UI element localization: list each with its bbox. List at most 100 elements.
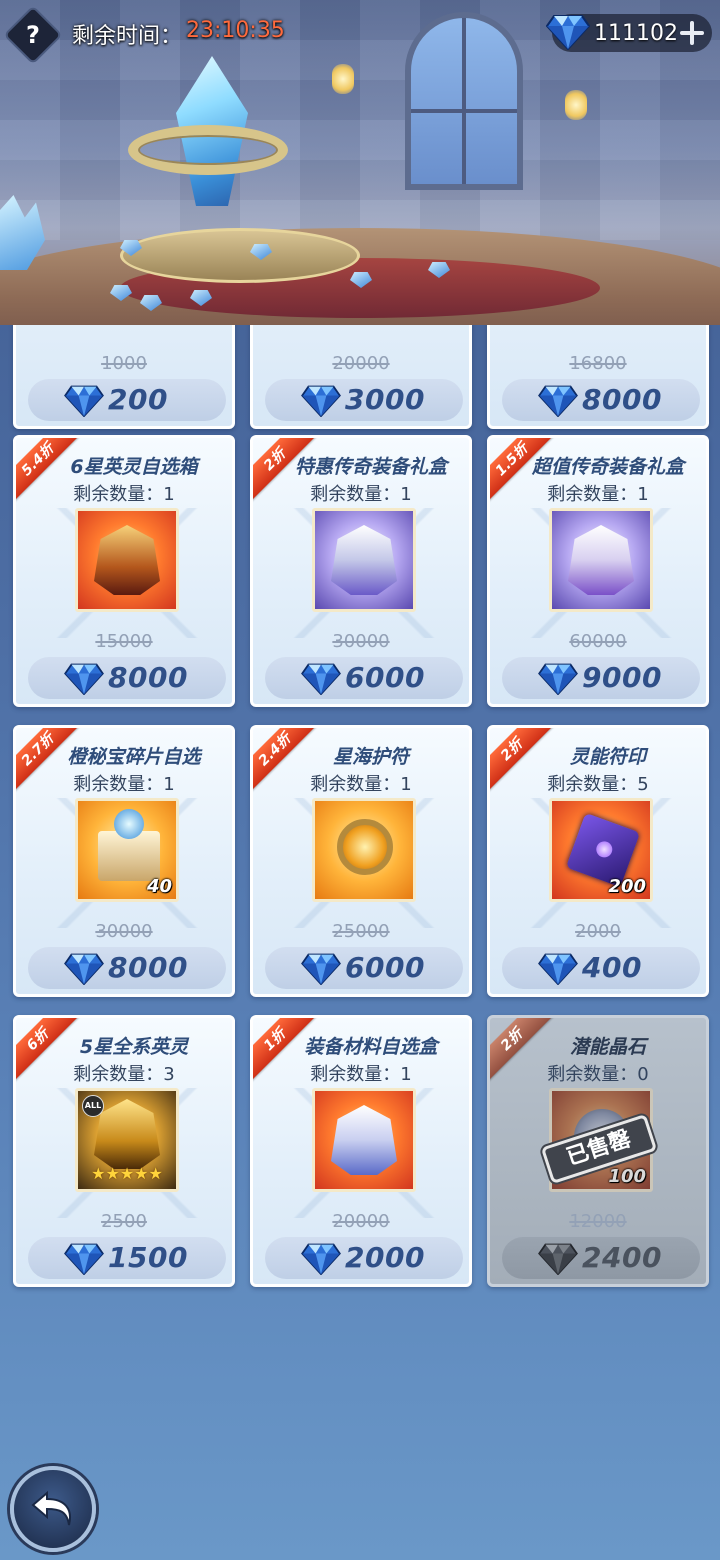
psionic-seal-icon: 200 xyxy=(549,798,653,902)
diamond-icon xyxy=(538,663,578,695)
price: 9000 xyxy=(582,661,662,694)
remaining-count: 剩余数量：1 xyxy=(310,774,412,795)
buy-button-disabled: 2400 xyxy=(502,1237,700,1279)
equipment-box-icon xyxy=(312,1088,416,1192)
shop-card[interactable]: 装备材料自选盒 剩余数量：1 20000 2000 1折 xyxy=(250,1015,472,1287)
diamond-icon xyxy=(546,15,590,50)
amulet-icon xyxy=(312,798,416,902)
shop-card[interactable]: 星海护符 剩余数量：1 25000 6000 2.4折 xyxy=(250,725,472,997)
buy-button[interactable]: 1500 xyxy=(28,1237,226,1279)
all-tag: ALL xyxy=(82,1095,104,1117)
shop-card-sold-out: 潜能晶石 剩余数量：0 100 已售罄 12000 2400 2折 xyxy=(487,1015,709,1287)
original-price: 60000 xyxy=(569,631,627,652)
remaining-count: 剩余数量：1 xyxy=(310,1064,412,1085)
wall-lamp xyxy=(332,64,354,94)
buy-button[interactable]: 6000 xyxy=(265,947,463,989)
price: 8000 xyxy=(108,951,188,984)
shop-card[interactable]: 特惠传奇装备礼盒 剩余数量：1 30000 6000 2折 xyxy=(250,435,472,707)
diamond-icon xyxy=(538,953,578,985)
remaining-count: 剩余数量：1 xyxy=(73,484,175,505)
buy-button[interactable]: 8000 xyxy=(28,947,226,989)
diamond-icon xyxy=(301,663,341,695)
original-price: 30000 xyxy=(332,631,390,652)
star-rating: ★★★★★ xyxy=(91,1164,163,1183)
gold-ring xyxy=(128,125,288,175)
remaining-count: 剩余数量：5 xyxy=(547,774,649,795)
diamond-icon xyxy=(538,385,578,417)
helmet-icon xyxy=(94,1099,160,1169)
shop-card[interactable]: 20000 3000 xyxy=(250,325,472,429)
price: 8000 xyxy=(582,383,662,416)
original-price: 2000 xyxy=(575,921,621,942)
original-price: 12000 xyxy=(569,1211,627,1232)
price: 2400 xyxy=(582,1241,662,1274)
buy-button[interactable]: 6000 xyxy=(265,657,463,699)
armor-gift-icon xyxy=(312,508,416,612)
item-quantity: 40 xyxy=(146,876,172,897)
original-price: 15000 xyxy=(95,631,153,652)
remaining-count: 剩余数量：1 xyxy=(310,484,412,505)
buy-button[interactable]: 3000 xyxy=(265,379,463,421)
shop-card[interactable]: 6星英灵自选箱 剩余数量：1 15000 8000 5.4折 xyxy=(13,435,235,707)
timer-value: 23:10:35 xyxy=(186,18,285,43)
original-price: 16800 xyxy=(569,353,627,374)
price: 1500 xyxy=(108,1241,188,1274)
buy-button[interactable]: 8000 xyxy=(502,379,700,421)
hero-chest-icon xyxy=(75,508,179,612)
diamond-icon xyxy=(64,1243,104,1275)
diamond-icon xyxy=(538,1243,578,1275)
back-button[interactable] xyxy=(10,1466,96,1552)
remaining-count: 剩余数量：3 xyxy=(73,1064,175,1085)
back-arrow-icon xyxy=(31,1490,71,1526)
orb-icon xyxy=(114,809,144,839)
buy-button[interactable]: 2000 xyxy=(265,1237,463,1279)
diamond-icon xyxy=(301,385,341,417)
remaining-count: 剩余数量：1 xyxy=(73,774,175,795)
plus-icon[interactable] xyxy=(680,21,704,45)
price: 8000 xyxy=(108,661,188,694)
shop-card[interactable]: 灵能符印 剩余数量：5 200 2000 400 2折 xyxy=(487,725,709,997)
arched-window xyxy=(405,12,523,190)
helmet-icon xyxy=(94,525,160,595)
diamond-icon xyxy=(64,953,104,985)
currency-amount: 111102 xyxy=(594,21,678,46)
original-price: 25000 xyxy=(332,921,390,942)
remaining-count: 剩余数量：1 xyxy=(547,484,649,505)
shop-card[interactable]: 1000 200 xyxy=(13,325,235,429)
shop-card[interactable]: 16800 8000 xyxy=(487,325,709,429)
buy-button[interactable]: 200 xyxy=(28,379,226,421)
buy-button[interactable]: 8000 xyxy=(28,657,226,699)
original-price: 2500 xyxy=(101,1211,147,1232)
diamond-icon xyxy=(301,953,341,985)
price: 3000 xyxy=(345,383,425,416)
currency-display: 111102 xyxy=(546,14,712,52)
question-icon: ? xyxy=(26,21,40,49)
remaining-count: 剩余数量：0 xyxy=(547,1064,649,1085)
diamond-icon xyxy=(64,663,104,695)
item-quantity: 200 xyxy=(608,876,646,897)
price: 200 xyxy=(108,383,168,416)
original-price: 30000 xyxy=(95,921,153,942)
timer-label: 剩余时间： xyxy=(72,24,183,49)
amulet-orb xyxy=(337,819,393,875)
buy-button[interactable]: 400 xyxy=(502,947,700,989)
price: 6000 xyxy=(345,951,425,984)
diamond-icon xyxy=(301,1243,341,1275)
price: 2000 xyxy=(345,1241,425,1274)
shop-grid: 1000 200 20000 3000 16800 8000 6星英灵自选箱 剩… xyxy=(0,325,720,1455)
buy-button[interactable]: 9000 xyxy=(502,657,700,699)
original-price: 20000 xyxy=(332,353,390,374)
original-price: 20000 xyxy=(332,1211,390,1232)
wall-lamp xyxy=(565,90,587,120)
shop-card[interactable]: 5星全系英灵 剩余数量：3 ALL ★★★★★ 2500 1500 6折 xyxy=(13,1015,235,1287)
item-quantity: 100 xyxy=(608,1166,646,1187)
treasure-fragment-icon: 40 xyxy=(75,798,179,902)
diamond-icon xyxy=(64,385,104,417)
armor-icon xyxy=(331,1105,397,1175)
price: 6000 xyxy=(345,661,425,694)
shop-card[interactable]: 橙秘宝碎片自选 剩余数量：1 40 30000 8000 2.7折 xyxy=(13,725,235,997)
armor-icon xyxy=(568,525,634,595)
hero-card-icon: ALL ★★★★★ xyxy=(75,1088,179,1192)
shop-card[interactable]: 超值传奇装备礼盒 剩余数量：1 60000 9000 1.5折 xyxy=(487,435,709,707)
original-price: 1000 xyxy=(101,353,147,374)
